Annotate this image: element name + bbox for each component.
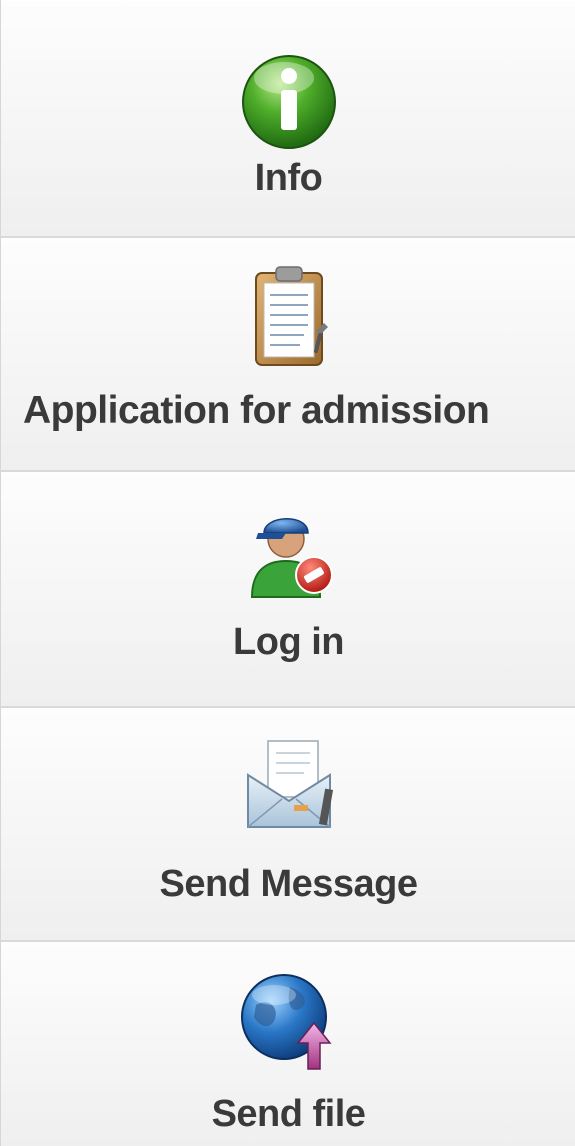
user-login-icon [234,493,344,603]
info-icon [234,46,344,156]
menu-item-login[interactable]: Log in [1,472,575,708]
menu-item-label: Send file [211,1093,366,1135]
sidebar-menu: Info Application for admission Log in Se… [0,0,575,1146]
clipboard-icon [234,261,344,371]
menu-item-send-file[interactable]: Send file [1,942,575,1146]
menu-item-info[interactable]: Info [1,0,575,238]
menu-item-label: Log in [233,621,344,663]
menu-item-application[interactable]: Application for admission [1,238,575,472]
menu-item-label: Send Message [159,863,419,905]
envelope-icon [234,731,344,841]
globe-upload-icon [234,965,344,1075]
menu-item-send-message[interactable]: Send Message [1,708,575,942]
menu-item-label: Application for admission [23,389,490,432]
menu-item-label: Info [254,157,323,199]
